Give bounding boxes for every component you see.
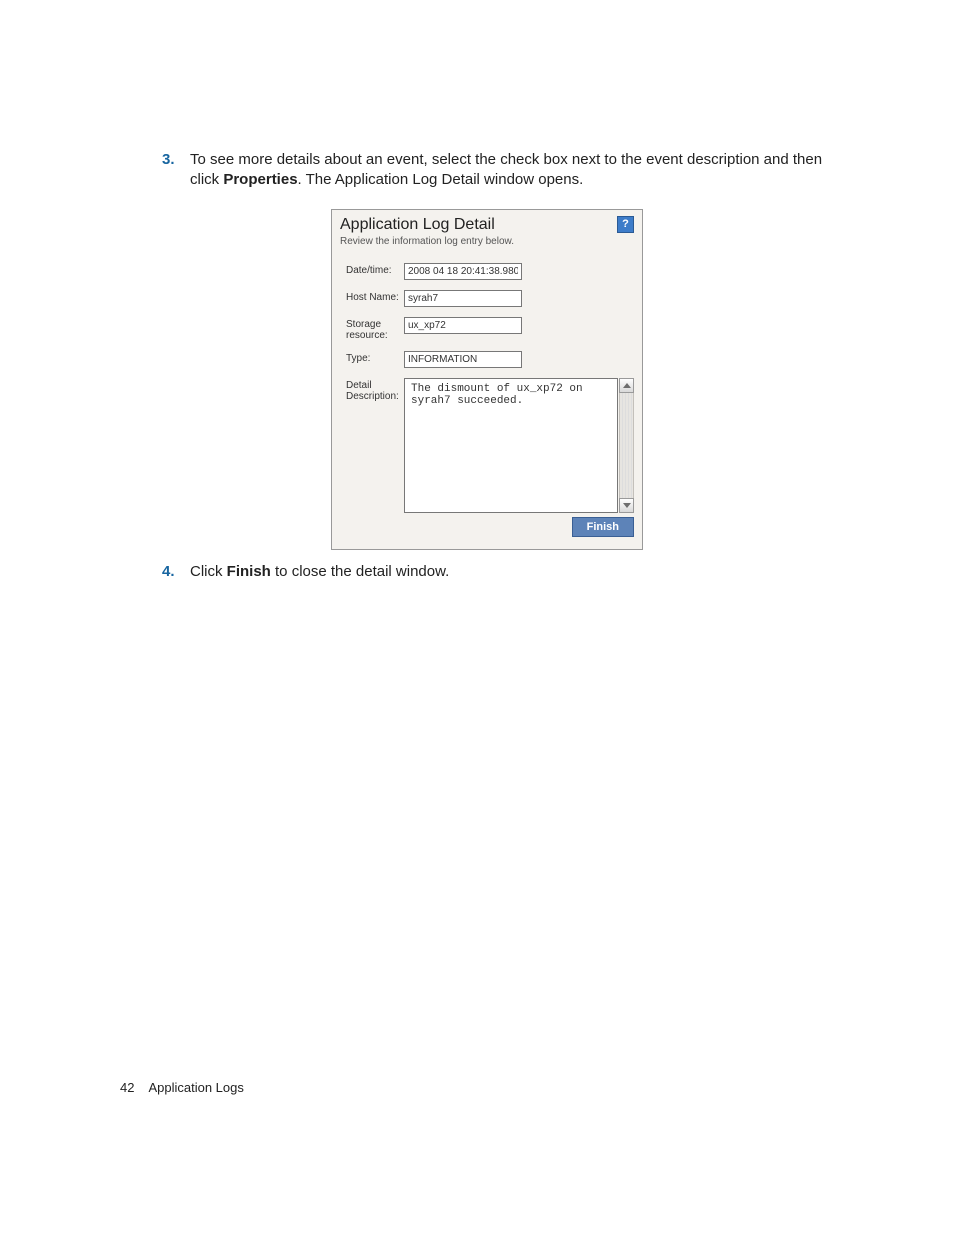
step4-finish-word: Finish [227,563,271,580]
storage-field[interactable] [404,317,522,334]
page-number: 42 [120,1080,134,1095]
storage-label: Storage resource: [346,317,404,341]
hostname-label: Host Name: [346,290,404,303]
page-footer: 42 Application Logs [120,1080,244,1095]
detail-description-box[interactable]: The dismount of ux_xp72 on syrah7 succee… [404,378,618,513]
scroll-track[interactable] [619,393,634,498]
step4-posttext: to close the detail window. [271,563,449,580]
step-text-3: To see more details about an event, sele… [190,150,854,191]
type-label: Type: [346,351,404,364]
datetime-label: Date/time: [346,263,404,276]
step4-pretext: Click [190,563,227,580]
step3-properties-word: Properties [223,171,297,188]
datetime-field[interactable] [404,263,522,280]
step-number-3: 3. [162,150,190,191]
step-text-4: Click Finish to close the detail window. [190,562,854,582]
dialog-subtitle: Review the information log entry below. [340,236,617,247]
hostname-field[interactable] [404,290,522,307]
chevron-down-icon [623,503,631,508]
help-icon[interactable]: ? [617,216,634,233]
step-number-4: 4. [162,562,190,582]
instruction-step-3: 3. To see more details about an event, s… [162,150,854,191]
scroll-down-button[interactable] [619,498,634,513]
dialog-title: Application Log Detail [340,216,617,234]
type-field[interactable] [404,351,522,368]
chevron-up-icon [623,383,631,388]
application-log-detail-dialog: Application Log Detail Review the inform… [331,209,643,550]
section-title: Application Logs [148,1080,243,1095]
instruction-step-4: 4. Click Finish to close the detail wind… [162,562,854,582]
step3-posttext: . The Application Log Detail window open… [298,171,584,188]
finish-button[interactable]: Finish [572,517,634,537]
detail-scrollbar[interactable] [619,378,634,513]
detail-label: Detail Description: [346,378,404,402]
scroll-up-button[interactable] [619,378,634,393]
